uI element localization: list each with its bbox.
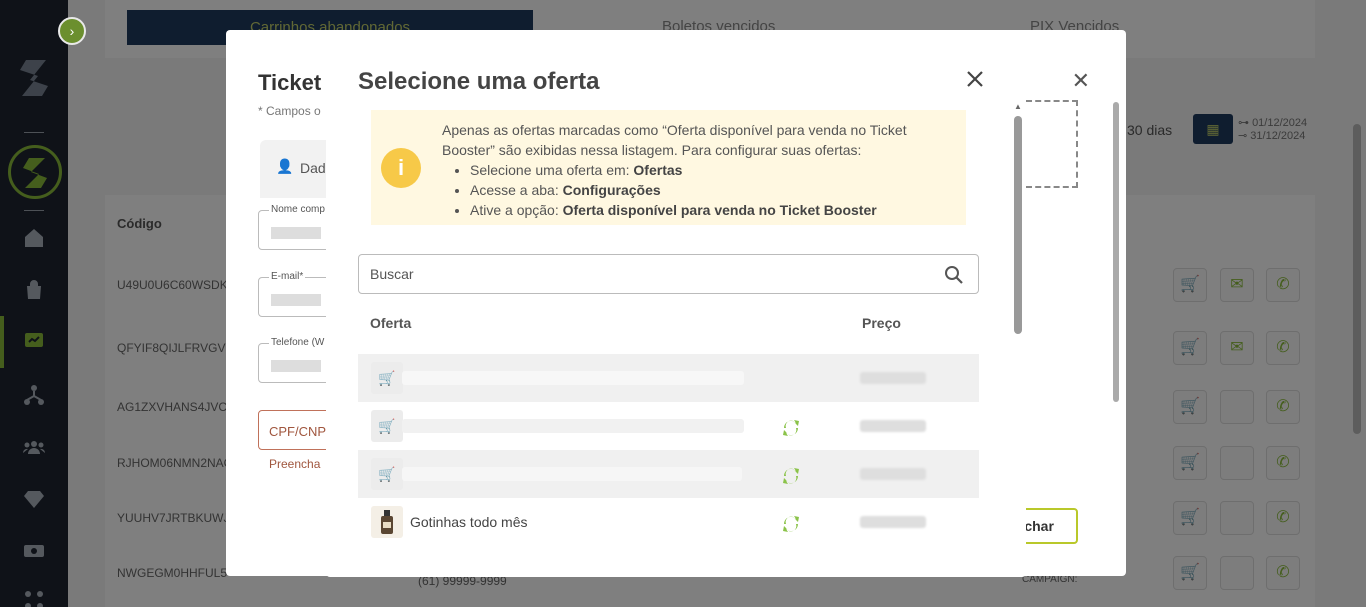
notice-text: Apenas as ofertas marcadas como “Oferta … — [442, 120, 957, 220]
field-label: E-mail* — [269, 271, 306, 282]
chevron-right-icon: › — [69, 23, 75, 39]
offer-price-redacted — [860, 516, 926, 528]
scroll-up-arrow[interactable]: ▲ — [1014, 102, 1022, 111]
offer-price-redacted — [860, 468, 926, 480]
offer-row[interactable]: 🛒 — [358, 402, 979, 450]
cart-icon: 🛒 — [371, 458, 403, 490]
notice-intro: Apenas as ofertas marcadas como “Oferta … — [442, 122, 907, 158]
user-icon: 👤 — [276, 158, 294, 174]
search-field[interactable] — [358, 254, 979, 294]
notice-step: Ative a opção: Oferta disponível para ve… — [470, 200, 957, 220]
offer-modal-title: Selecione uma oferta — [358, 68, 600, 95]
offer-list-scrollbar[interactable] — [1014, 116, 1022, 334]
recurring-icon — [783, 420, 799, 436]
search-icon[interactable] — [944, 265, 964, 285]
offer-price-redacted — [860, 420, 926, 432]
recurring-icon — [783, 468, 799, 484]
ticket-modal-scrollbar[interactable] — [1113, 102, 1119, 402]
offer-name-redacted — [402, 467, 742, 481]
close-icon: ✕ — [1071, 68, 1090, 93]
info-icon: i — [381, 148, 421, 188]
ticket-modal-close-button[interactable]: ✕ — [1072, 68, 1090, 94]
ticket-modal-required-note: * Campos o — [258, 104, 321, 118]
product-thumbnail — [371, 506, 403, 538]
offer-name: Gotinhas todo mês — [410, 514, 528, 530]
select-offer-modal: Selecione uma oferta i Apenas as ofertas… — [326, 30, 1026, 577]
upload-dropzone[interactable] — [1026, 100, 1078, 188]
tab-label: Dad — [300, 160, 326, 176]
notice-steps: Selecione uma oferta em: Ofertas Acesse … — [470, 160, 957, 220]
sidebar-toggle-button[interactable]: › — [58, 17, 86, 45]
ticket-modal-title: Ticket — [258, 70, 322, 95]
offer-row[interactable]: 🛒 — [358, 354, 979, 402]
cpf-hint: Preencha — [269, 457, 321, 471]
offer-name-redacted — [402, 371, 744, 385]
cart-icon: 🛒 — [371, 410, 403, 442]
search-input[interactable] — [359, 255, 978, 293]
close-ticket-button[interactable]: Fechar — [1008, 508, 1078, 544]
recurring-icon — [783, 516, 799, 532]
field-label: Nome comp — [269, 204, 327, 215]
offer-price-redacted — [860, 372, 926, 384]
close-icon[interactable] — [964, 68, 986, 90]
offer-row[interactable]: 🛒 — [358, 450, 979, 498]
offer-row[interactable]: Gotinhas todo mês — [358, 498, 979, 546]
cart-icon: 🛒 — [371, 362, 403, 394]
info-notice: i Apenas as ofertas marcadas como “Ofert… — [371, 110, 966, 225]
notice-step: Acesse a aba: Configurações — [470, 180, 957, 200]
column-header-price: Preço — [862, 315, 901, 331]
offer-name-redacted — [402, 419, 744, 433]
field-label: Telefone (W — [269, 337, 327, 348]
column-header-offer: Oferta — [370, 315, 412, 331]
notice-step: Selecione uma oferta em: Ofertas — [470, 160, 957, 180]
